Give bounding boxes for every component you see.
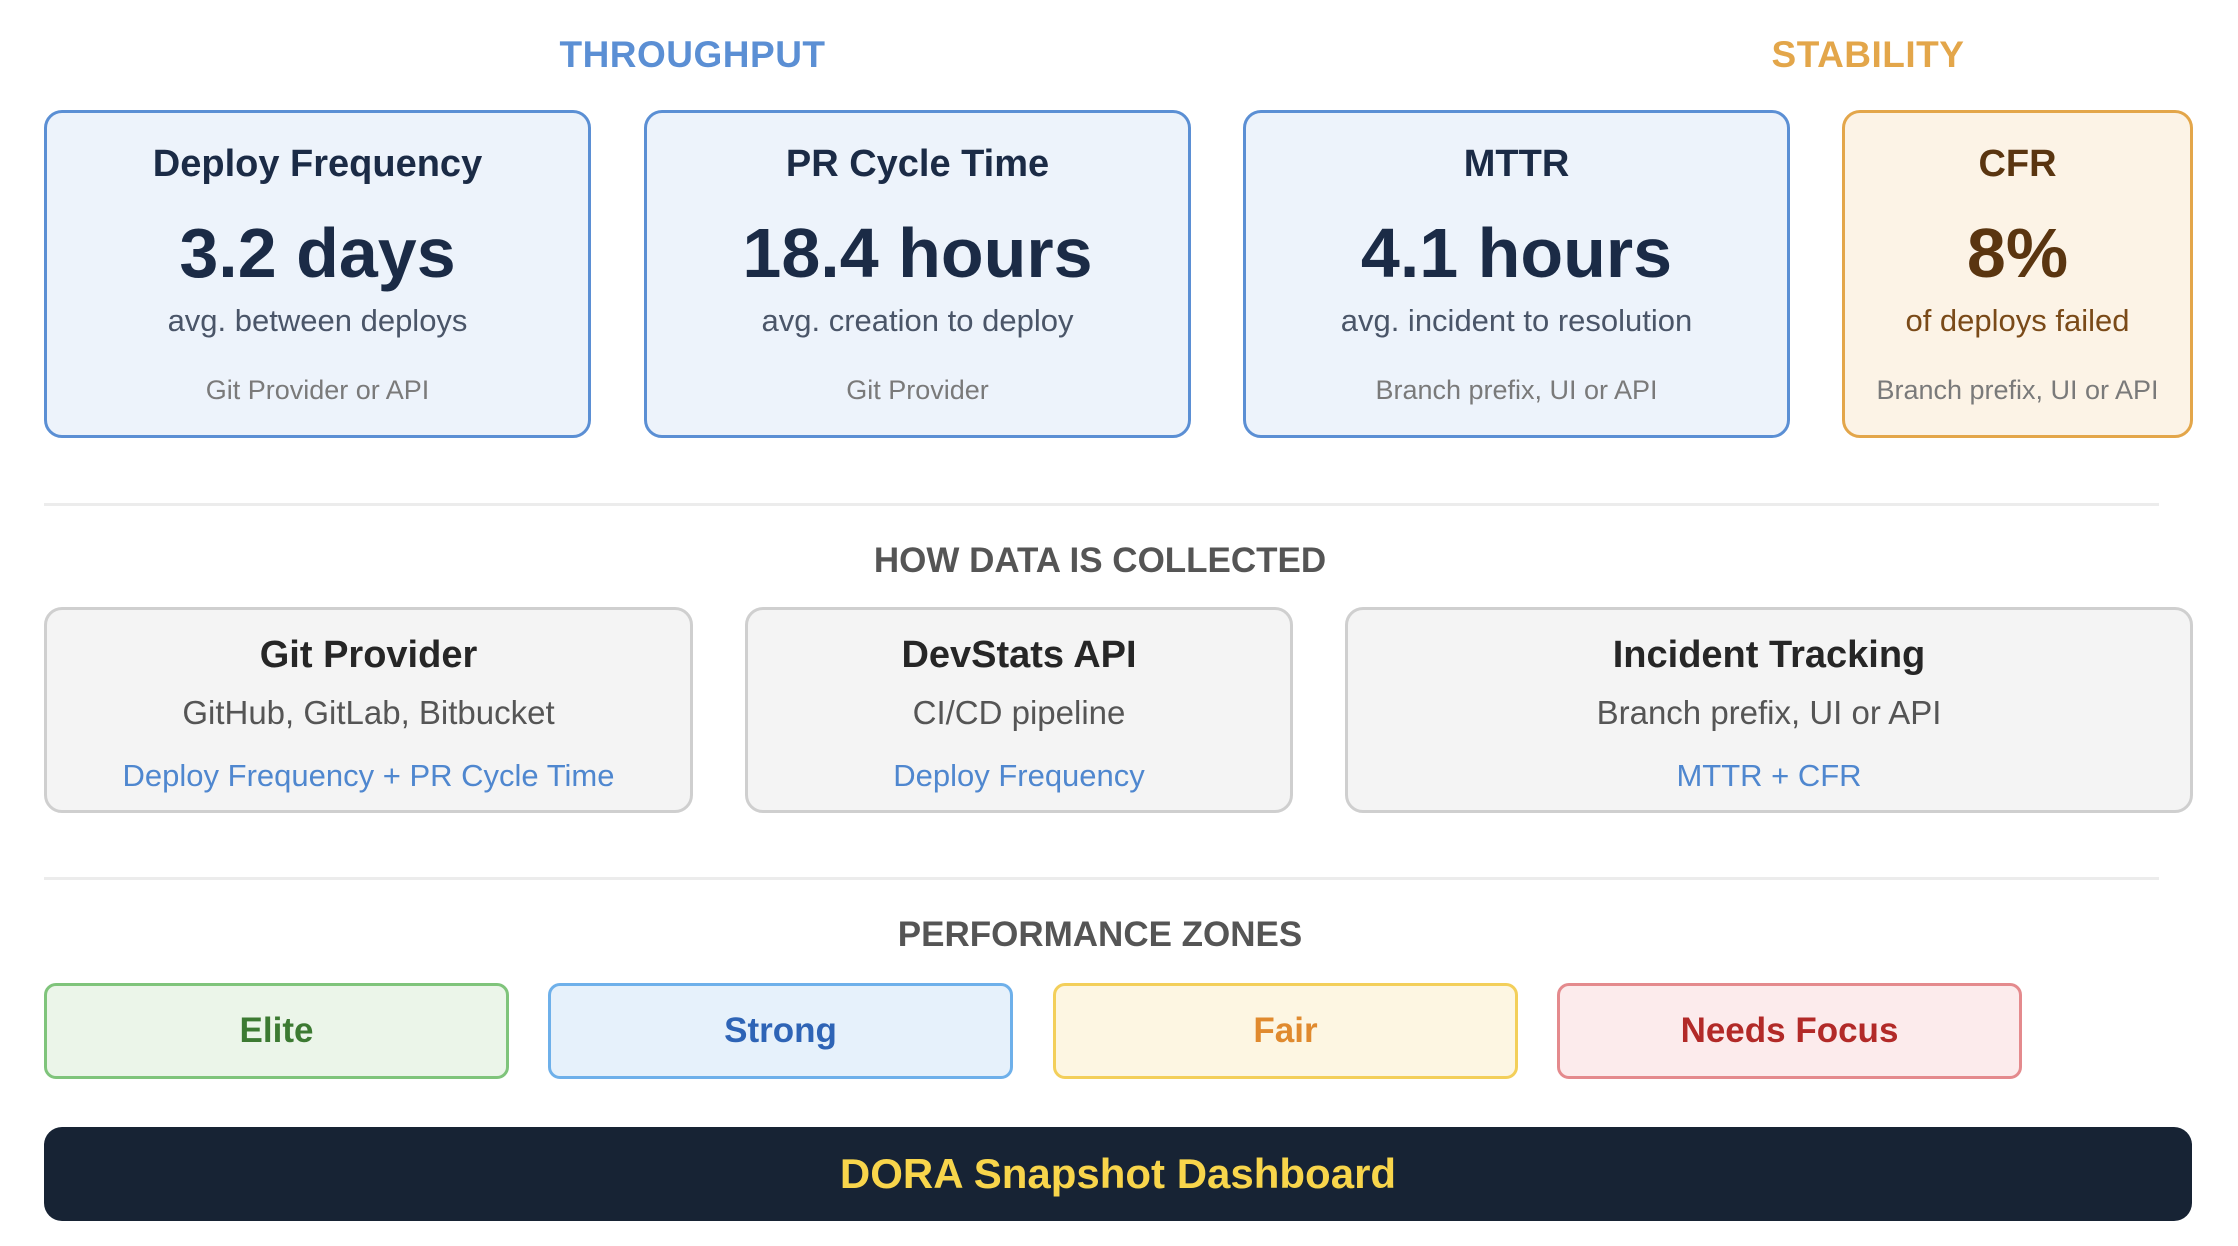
source-subtitle: GitHub, GitLab, Bitbucket [182,694,555,731]
source-title: Git Provider [259,634,478,676]
source-card-devstats-api: DevStats API CI/CD pipeline Deploy Frequ… [745,607,1293,813]
data-collection-title: HOW DATA IS COLLECTED [873,541,1327,580]
metric-title: CFR [1978,143,2057,185]
source-title: Incident Tracking [1612,634,1926,676]
metric-title: PR Cycle Time [785,143,1050,185]
metric-title: Deploy Frequency [152,143,483,185]
section-divider [44,877,2159,880]
source-title: DevStats API [901,634,1137,676]
metric-card-deploy-frequency: Deploy Frequency 3.2 days avg. between d… [44,110,591,438]
metric-source: Branch prefix, UI or API [1876,375,2159,405]
metric-source: Git Provider or API [205,375,430,405]
metric-subtitle: avg. creation to deploy [761,303,1074,338]
zone-needs-focus: Needs Focus [1557,983,2022,1079]
metric-source: Git Provider [846,375,989,405]
source-subtitle: CI/CD pipeline [912,694,1126,731]
zone-strong: Strong [548,983,1013,1079]
source-metrics: Deploy Frequency + PR Cycle Time [122,758,615,793]
source-metrics: Deploy Frequency [893,758,1145,793]
throughput-heading: THROUGHPUT [559,34,826,75]
source-metrics: MTTR + CFR [1676,758,1862,793]
zone-fair: Fair [1053,983,1518,1079]
metric-value: 18.4 hours [742,214,1093,292]
metric-card-mttr: MTTR 4.1 hours avg. incident to resoluti… [1243,110,1790,438]
metric-source: Branch prefix, UI or API [1375,375,1658,405]
metric-card-pr-cycle-time: PR Cycle Time 18.4 hours avg. creation t… [644,110,1191,438]
metric-value: 4.1 hours [1360,214,1673,292]
stability-heading: STABILITY [1771,34,1965,75]
metric-subtitle: avg. incident to resolution [1340,303,1693,338]
source-card-incident-tracking: Incident Tracking Branch prefix, UI or A… [1345,607,2193,813]
metric-title: MTTR [1463,143,1570,185]
metric-card-cfr: CFR 8% of deploys failed Branch prefix, … [1842,110,2193,438]
metric-subtitle: of deploys failed [1905,303,2130,338]
metric-value: 3.2 days [179,214,456,292]
section-divider [44,503,2159,506]
metric-value: 8% [1966,214,2069,292]
source-card-git-provider: Git Provider GitHub, GitLab, Bitbucket D… [44,607,693,813]
source-subtitle: Branch prefix, UI or API [1596,694,1942,731]
metric-subtitle: avg. between deploys [167,303,468,338]
zone-elite: Elite [44,983,509,1079]
performance-zones-title: PERFORMANCE ZONES [897,915,1303,954]
dashboard-banner: DORA Snapshot Dashboard [44,1127,2192,1221]
